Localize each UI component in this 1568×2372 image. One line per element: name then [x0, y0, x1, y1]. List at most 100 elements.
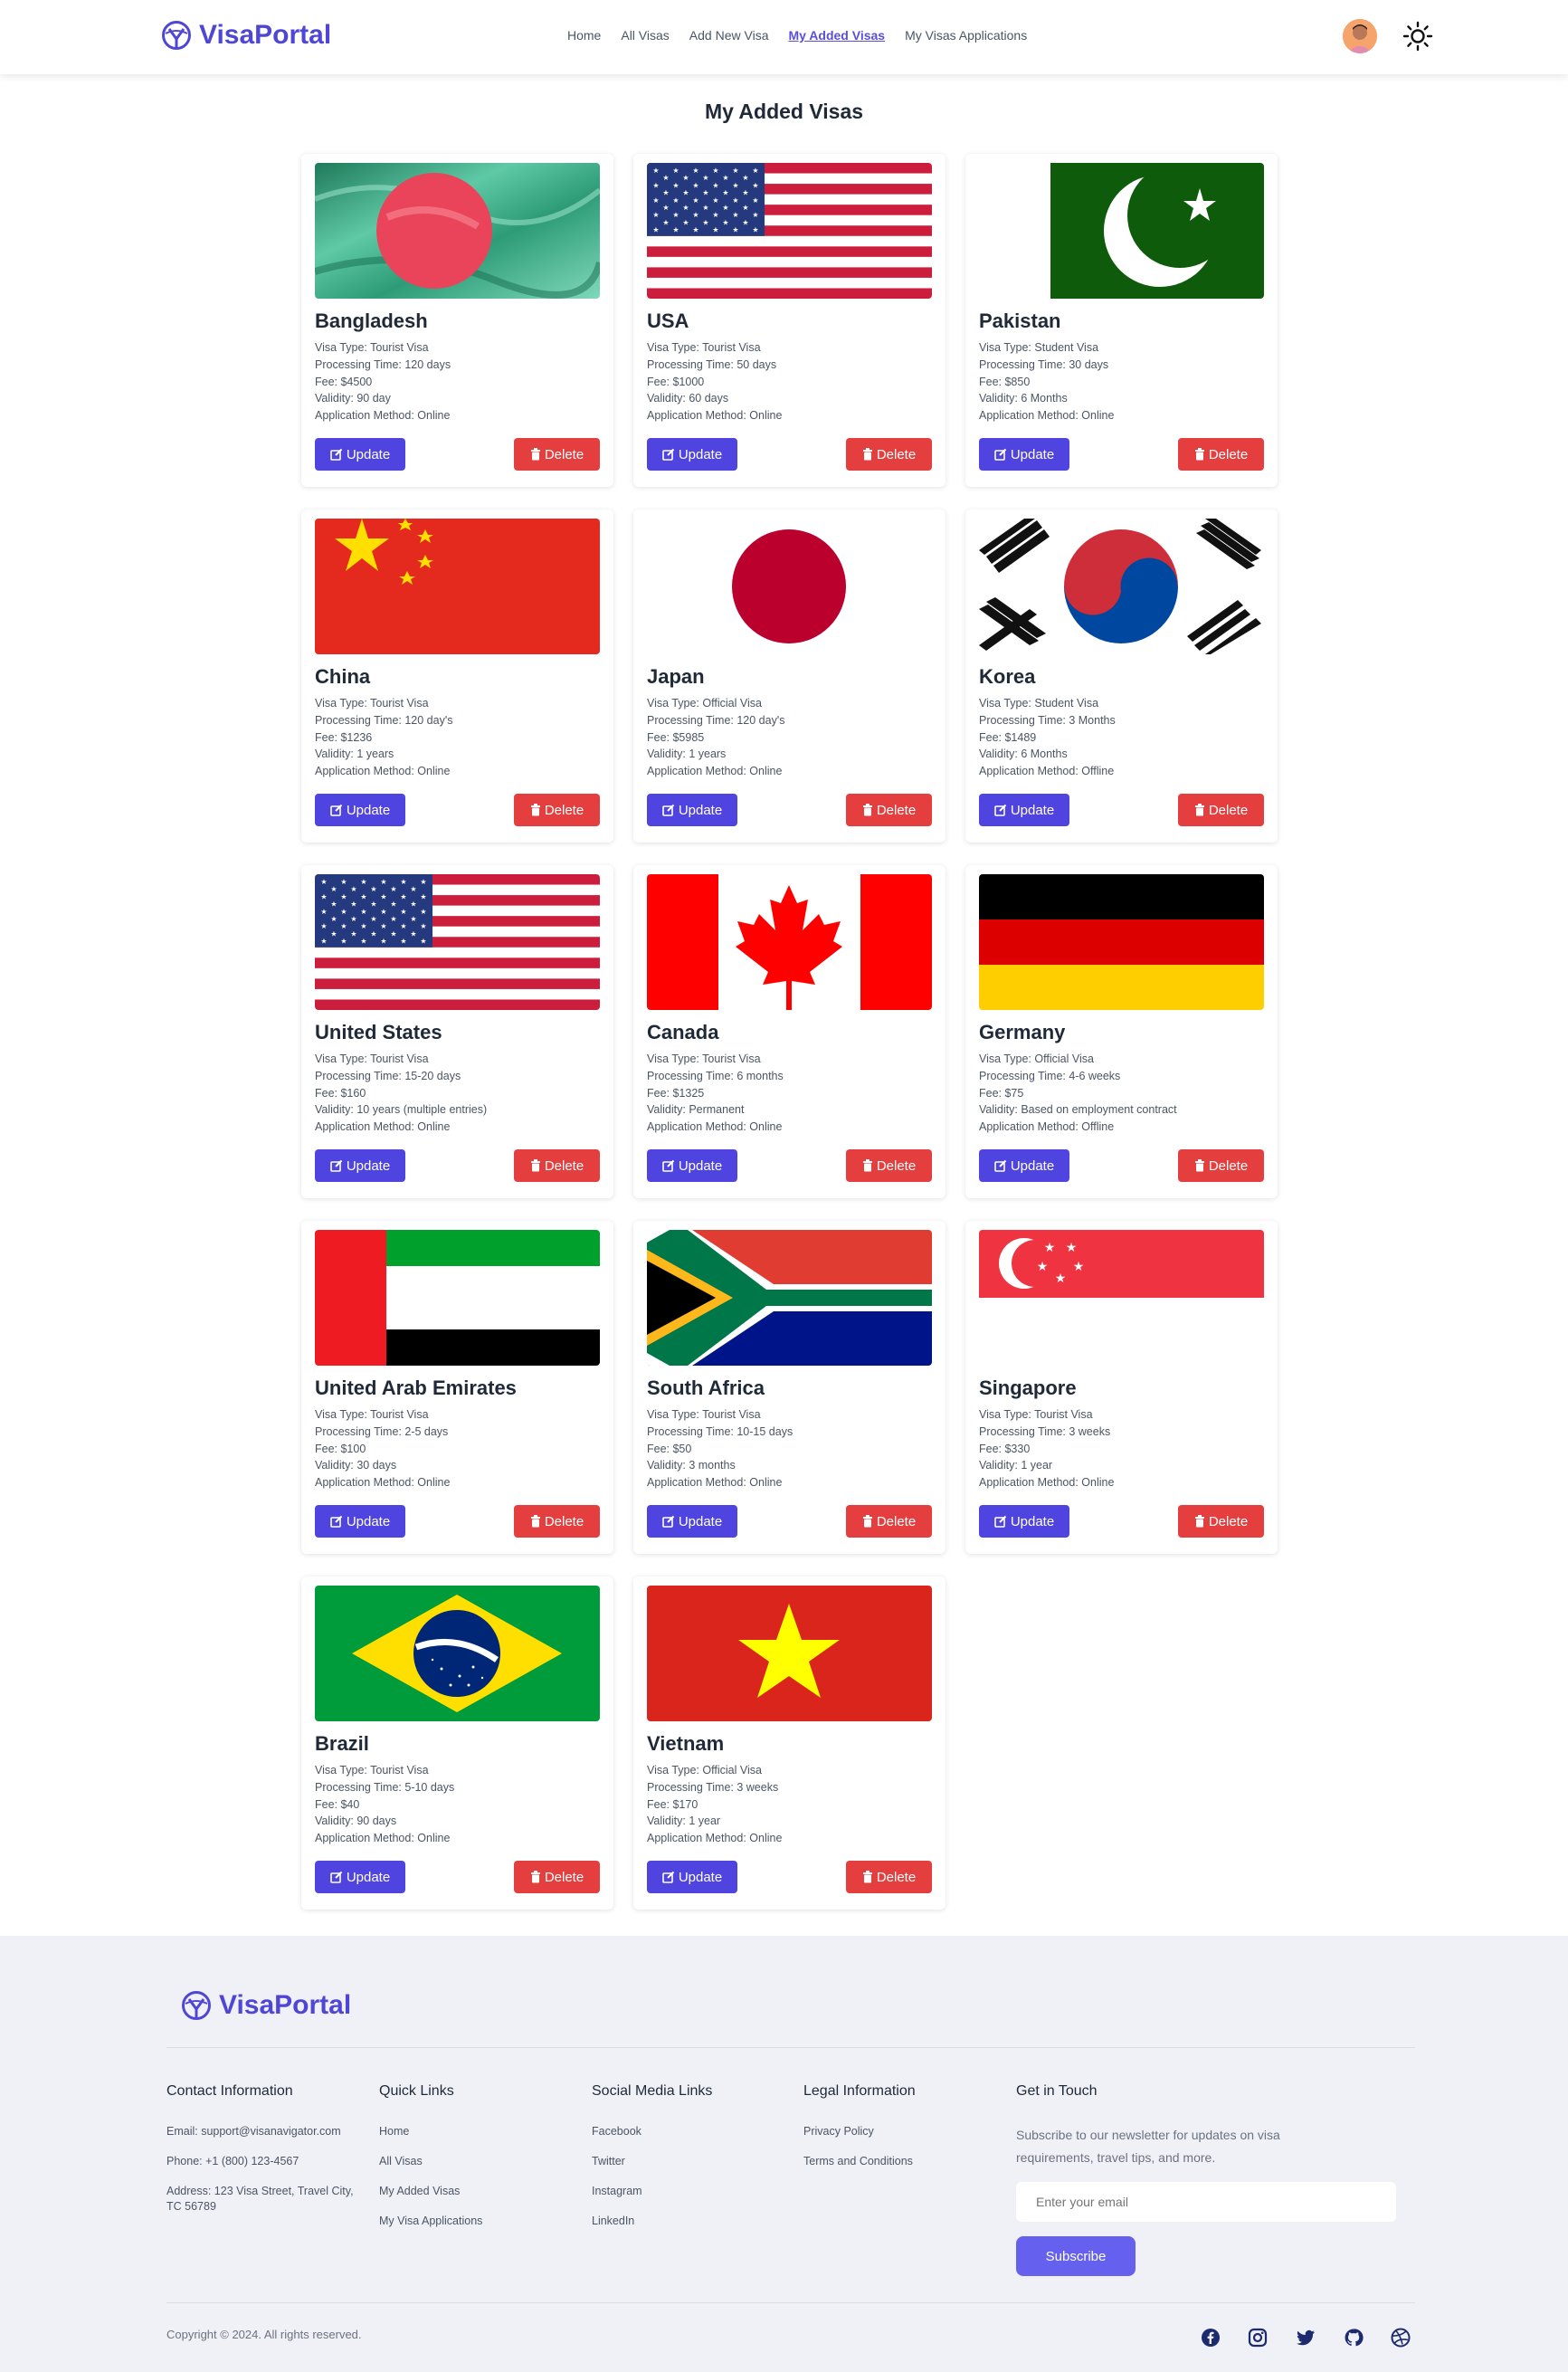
newsletter-email-input[interactable]: [1016, 2182, 1396, 2222]
update-label: Update: [346, 1157, 391, 1174]
svg-text:★: ★: [1066, 1241, 1078, 1255]
country-flag-image: [647, 874, 932, 1010]
update-button[interactable]: Update: [315, 438, 405, 471]
delete-button[interactable]: Delete: [514, 794, 600, 826]
update-button[interactable]: Update: [315, 1861, 405, 1893]
footer-link-privacy-policy[interactable]: Privacy Policy: [803, 2124, 916, 2139]
country-name: Canada: [647, 1021, 719, 1043]
visa-detail-line: Validity: Permanent: [647, 1103, 745, 1117]
update-button[interactable]: Update: [979, 794, 1069, 826]
delete-button[interactable]: Delete: [846, 794, 932, 826]
svg-text:★: ★: [712, 167, 718, 175]
update-button[interactable]: Update: [315, 794, 405, 826]
update-button[interactable]: Update: [315, 1505, 405, 1538]
footer-contact: Contact Information Email: support@visan…: [166, 2083, 356, 2229]
svg-text:★: ★: [662, 189, 669, 197]
delete-button[interactable]: Delete: [846, 438, 932, 471]
visa-detail-line: Fee: $850: [979, 375, 1031, 388]
svg-text:★: ★: [410, 915, 416, 923]
svg-text:★: ★: [692, 181, 698, 189]
twitter-icon[interactable]: [1295, 2327, 1316, 2348]
update-button[interactable]: Update: [315, 1149, 405, 1182]
delete-button[interactable]: Delete: [846, 1149, 932, 1182]
footer-link-twitter[interactable]: Twitter: [592, 2154, 712, 2169]
delete-button[interactable]: Delete: [514, 438, 600, 471]
visa-detail-line: Validity: 1 year: [979, 1459, 1053, 1472]
delete-button[interactable]: Delete: [514, 1861, 600, 1893]
update-button[interactable]: Update: [647, 1149, 737, 1182]
svg-text:★: ★: [340, 922, 347, 930]
visa-details: Visa Type: Tourist Visa Processing Time: …: [315, 1051, 487, 1136]
facebook-icon[interactable]: [1200, 2327, 1221, 2348]
nav-add-new-visa[interactable]: Add New Visa: [689, 28, 769, 43]
delete-button[interactable]: Delete: [1178, 1149, 1264, 1182]
svg-text:★: ★: [330, 885, 337, 893]
svg-text:★: ★: [712, 196, 718, 205]
brand-logo[interactable]: VisaPortal: [161, 20, 331, 51]
delete-button[interactable]: Delete: [1178, 794, 1264, 826]
footer-link-linkedin[interactable]: LinkedIn: [592, 2214, 712, 2229]
visa-detail-line: Fee: $4500: [315, 375, 373, 388]
trash-icon: [862, 1515, 872, 1528]
update-button[interactable]: Update: [647, 438, 737, 471]
visa-detail-line: Fee: $100: [315, 1442, 366, 1455]
svg-text:★: ★: [350, 915, 356, 923]
update-button[interactable]: Update: [647, 1505, 737, 1538]
nav-my-added-visas[interactable]: My Added Visas: [788, 28, 885, 43]
update-button[interactable]: Update: [979, 1149, 1069, 1182]
delete-button[interactable]: Delete: [1178, 438, 1264, 471]
footer-link-home[interactable]: Home: [379, 2124, 482, 2139]
visa-detail-line: Visa Type: Student Visa: [979, 697, 1099, 710]
visa-detail-line: Processing Time: 120 day's: [315, 713, 453, 727]
visa-detail-line: Fee: $330: [979, 1442, 1031, 1455]
delete-button[interactable]: Delete: [514, 1505, 600, 1538]
github-icon[interactable]: [1343, 2327, 1364, 2348]
theme-toggle-sun-icon[interactable]: [1402, 20, 1434, 52]
visa-detail-line: Visa Type: Tourist Visa: [979, 1408, 1093, 1421]
visa-card: Brazil Visa Type: Tourist Visa Processing …: [301, 1577, 613, 1910]
visa-card: Germany Visa Type: Official Visa Processin…: [965, 865, 1278, 1198]
update-button[interactable]: Update: [647, 1861, 737, 1893]
delete-button[interactable]: Delete: [846, 1861, 932, 1893]
delete-label: Delete: [544, 446, 584, 462]
footer: VisaPortal Contact Information Email: su…: [0, 1936, 1568, 2372]
visa-detail-line: Visa Type: Tourist Visa: [315, 341, 429, 354]
nav-home[interactable]: Home: [567, 28, 601, 43]
footer-link-my-visa-applications[interactable]: My Visa Applications: [379, 2214, 482, 2229]
svg-text:★: ★: [732, 181, 738, 189]
footer-link-my-added-visas[interactable]: My Added Visas: [379, 2184, 482, 2199]
delete-button[interactable]: Delete: [514, 1149, 600, 1182]
visa-details: Visa Type: Tourist Visa Processing Time: …: [315, 1762, 454, 1847]
svg-text:★: ★: [662, 174, 669, 182]
footer-link-instagram[interactable]: Instagram: [592, 2184, 712, 2199]
edit-icon: [662, 1159, 675, 1172]
footer-bottom-divider: [166, 2302, 1415, 2303]
svg-text:★: ★: [742, 204, 748, 212]
subscribe-button[interactable]: Subscribe: [1016, 2236, 1136, 2276]
update-button[interactable]: Update: [979, 1505, 1069, 1538]
dribbble-icon[interactable]: [1390, 2327, 1411, 2348]
update-button[interactable]: Update: [979, 438, 1069, 471]
footer-brand-logo[interactable]: VisaPortal: [181, 1990, 351, 2021]
footer-link-all-visas[interactable]: All Visas: [379, 2154, 482, 2169]
delete-button[interactable]: Delete: [846, 1505, 932, 1538]
svg-text:★: ★: [672, 167, 679, 175]
svg-text:★: ★: [712, 211, 718, 219]
delete-label: Delete: [876, 446, 917, 462]
update-button[interactable]: Update: [647, 794, 737, 826]
footer-link-terms[interactable]: Terms and Conditions: [803, 2154, 916, 2169]
nav-all-visas[interactable]: All Visas: [621, 28, 669, 43]
svg-text:★: ★: [662, 204, 669, 212]
nav-my-visa-applications[interactable]: My Visas Applications: [905, 28, 1027, 43]
update-label: Update: [346, 446, 391, 462]
delete-button[interactable]: Delete: [1178, 1505, 1264, 1538]
instagram-icon[interactable]: [1247, 2327, 1269, 2348]
svg-text:★: ★: [1055, 1272, 1067, 1286]
user-avatar[interactable]: [1343, 19, 1377, 53]
trash-icon: [862, 804, 872, 816]
legal-title: Legal Information: [803, 2083, 916, 2099]
svg-text:★: ★: [390, 929, 396, 938]
svg-text:★: ★: [652, 226, 659, 234]
footer-link-facebook[interactable]: Facebook: [592, 2124, 712, 2139]
brand-name: VisaPortal: [199, 20, 332, 50]
